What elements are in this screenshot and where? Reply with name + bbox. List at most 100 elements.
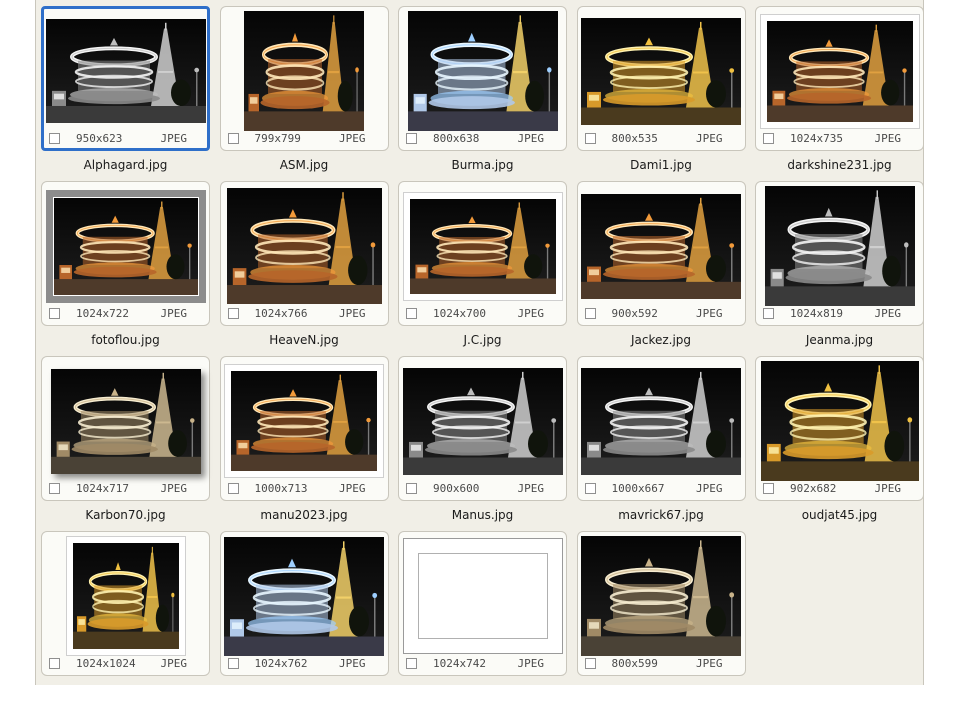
thumbnail-card[interactable]: 1024x700 JPEG: [398, 181, 567, 326]
image-dimensions: 1000x667: [611, 482, 665, 495]
select-checkbox[interactable]: [763, 133, 774, 144]
carousel-photo: [244, 11, 364, 131]
select-checkbox[interactable]: [406, 133, 417, 144]
select-checkbox[interactable]: [584, 133, 596, 144]
thumbnail-image-area: [756, 11, 923, 131]
select-checkbox[interactable]: [49, 483, 60, 494]
thumbnail-item[interactable]: 800x638 JPEG Burma.jpg: [398, 6, 567, 178]
thumbnail-image: [402, 191, 563, 301]
thumbnail-item[interactable]: 1024x735 JPEG darkshine231.jpg: [755, 6, 924, 178]
thumbnail-card[interactable]: 1000x713 JPEG: [219, 356, 389, 501]
thumbnail-image-area: [756, 186, 923, 306]
thumbnail-image: [50, 368, 201, 474]
file-name[interactable]: fotoflou.jpg: [35, 333, 216, 347]
file-name[interactable]: Jackez.jpg: [571, 333, 752, 347]
file-type: JPEG: [160, 307, 188, 320]
thumbnail-card[interactable]: 1024x742 JPEG: [398, 531, 567, 676]
thumbnail-card[interactable]: 799x799 JPEG: [219, 6, 389, 151]
file-name[interactable]: Dami1.jpg: [571, 158, 752, 172]
select-checkbox[interactable]: [406, 483, 417, 494]
thumbnail-card[interactable]: 900x600 JPEG: [398, 356, 567, 501]
thumbnail-item[interactable]: 1024x717 JPEG Karbon70.jpg: [41, 356, 210, 528]
blank-image-frame: [417, 553, 548, 639]
file-type: JPEG: [696, 657, 723, 670]
select-checkbox[interactable]: [227, 133, 239, 144]
select-checkbox[interactable]: [763, 308, 774, 319]
file-name[interactable]: HeaveN.jpg: [214, 333, 395, 347]
select-checkbox[interactable]: [49, 133, 60, 144]
carousel-photo: [409, 198, 556, 294]
thumbnail-item[interactable]: 1024x819 JPEG Jeanma.jpg: [755, 181, 924, 353]
carousel-photo: [581, 367, 741, 475]
thumbnail-card[interactable]: 1024x1024 JPEG: [41, 531, 210, 676]
carousel-photo: [407, 11, 558, 131]
thumbnail-item[interactable]: 1024x766 JPEG HeaveN.jpg: [219, 181, 389, 353]
thumbnail-card[interactable]: 800x535 JPEG: [576, 6, 746, 151]
thumbnail-item[interactable]: 1000x713 JPEG manu2023.jpg: [219, 356, 389, 528]
select-checkbox[interactable]: [49, 308, 60, 319]
select-checkbox[interactable]: [584, 658, 596, 669]
thumbnail-image: [45, 189, 206, 303]
select-checkbox[interactable]: [406, 308, 417, 319]
thumbnail-item[interactable]: 1024x722 JPEG fotoflou.jpg: [41, 181, 210, 353]
carousel-photo: [231, 371, 377, 471]
file-name[interactable]: J.C.jpg: [392, 333, 573, 347]
thumbnail-card[interactable]: 1024x819 JPEG: [755, 181, 924, 326]
thumbnail-item[interactable]: 1000x667 JPEG mavrick67.jpg: [576, 356, 746, 528]
thumbnail-card[interactable]: 1024x762 JPEG: [219, 531, 389, 676]
thumbnail-image: [760, 361, 919, 481]
thumbnail-item[interactable]: 1024x700 JPEG J.C.jpg: [398, 181, 567, 353]
thumbnail-item[interactable]: 900x592 JPEG Jackez.jpg: [576, 181, 746, 353]
file-name[interactable]: Alphagard.jpg: [35, 158, 216, 172]
select-checkbox[interactable]: [227, 658, 239, 669]
thumbnail-item[interactable]: 1024x742 JPEG: [398, 531, 567, 703]
thumbnail-card[interactable]: 1024x717 JPEG: [41, 356, 210, 501]
image-dimensions: 1024x700: [433, 307, 486, 320]
thumbnail-card[interactable]: 950x623 JPEG: [41, 6, 210, 151]
thumbnail-item[interactable]: 900x600 JPEG Manus.jpg: [398, 356, 567, 528]
file-name[interactable]: Jeanma.jpg: [749, 333, 930, 347]
select-checkbox[interactable]: [584, 308, 596, 319]
select-checkbox[interactable]: [49, 658, 60, 669]
thumbnail-item[interactable]: 799x799 JPEG ASM.jpg: [219, 6, 389, 178]
file-name[interactable]: manu2023.jpg: [214, 508, 395, 522]
thumbnail-item[interactable]: 1024x762 JPEG: [219, 531, 389, 703]
thumbnail-image-area: [221, 361, 388, 481]
image-dimensions: 1024x722: [76, 307, 129, 320]
file-name[interactable]: Karbon70.jpg: [35, 508, 216, 522]
image-dimensions: 1024x717: [76, 482, 129, 495]
thumbnail-image: [581, 17, 741, 125]
file-name[interactable]: mavrick67.jpg: [571, 508, 752, 522]
thumbnail-image: [402, 538, 563, 654]
file-name[interactable]: ASM.jpg: [214, 158, 395, 172]
thumbnail-item[interactable]: 800x599 JPEG: [576, 531, 746, 703]
thumbnail-item[interactable]: 950x623 JPEG Alphagard.jpg: [41, 6, 210, 178]
file-name[interactable]: oudjat45.jpg: [749, 508, 930, 522]
thumbnail-item[interactable]: 902x682 JPEG oudjat45.jpg: [755, 356, 924, 528]
select-checkbox[interactable]: [227, 483, 239, 494]
thumbnail-card[interactable]: 902x682 JPEG: [755, 356, 924, 501]
thumbnail-card[interactable]: 800x638 JPEG: [398, 6, 567, 151]
select-checkbox[interactable]: [584, 483, 596, 494]
select-checkbox[interactable]: [763, 483, 774, 494]
thumbnail-card[interactable]: 1000x667 JPEG: [576, 356, 746, 501]
carousel-photo: [52, 196, 199, 296]
thumbnail-card[interactable]: 1024x722 JPEG: [41, 181, 210, 326]
thumbnail-card[interactable]: 900x592 JPEG: [576, 181, 746, 326]
image-dimensions: 1024x742: [433, 657, 486, 670]
image-dimensions: 900x600: [433, 482, 480, 495]
thumbnail-card[interactable]: 800x599 JPEG: [576, 531, 746, 676]
image-dimensions: 800x535: [611, 132, 658, 145]
thumbnail-item[interactable]: 1024x1024 JPEG: [41, 531, 210, 703]
file-name[interactable]: Manus.jpg: [392, 508, 573, 522]
select-checkbox[interactable]: [227, 308, 239, 319]
file-name[interactable]: Burma.jpg: [392, 158, 573, 172]
file-name[interactable]: darkshine231.jpg: [749, 158, 930, 172]
thumbnail-card[interactable]: 1024x735 JPEG: [755, 6, 924, 151]
thumbnail-item[interactable]: 800x535 JPEG Dami1.jpg: [576, 6, 746, 178]
file-type: JPEG: [696, 307, 723, 320]
thumbnail-card[interactable]: 1024x766 JPEG: [219, 181, 389, 326]
carousel-photo: [402, 367, 563, 475]
file-type: JPEG: [517, 657, 545, 670]
select-checkbox[interactable]: [406, 658, 417, 669]
